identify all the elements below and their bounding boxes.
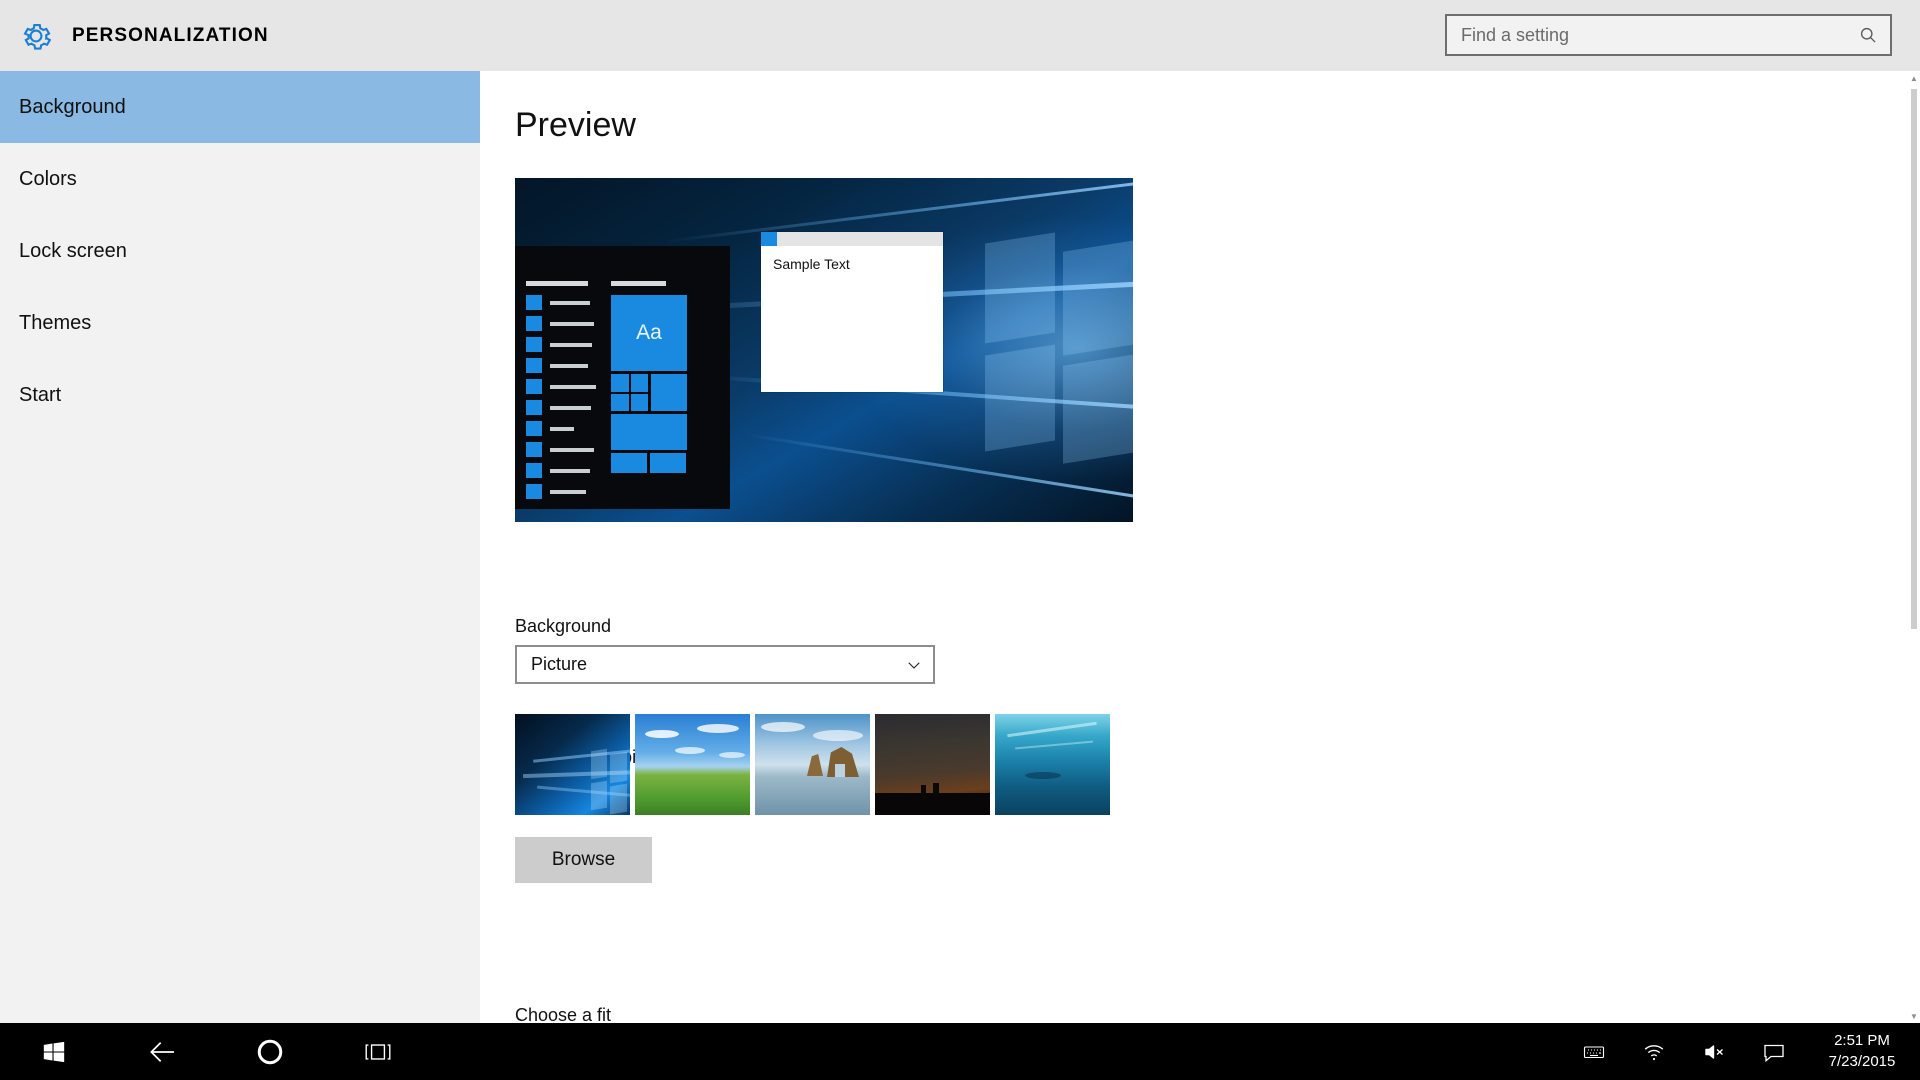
start-menu-tiles: Aa [611, 281, 711, 473]
settings-window: PERSONALIZATION Background Colors Lock s… [0, 0, 1920, 1080]
taskbar: 2:51 PM 7/23/2015 [0, 1023, 1920, 1080]
clock-date: 7/23/2015 [1828, 1052, 1896, 1070]
tile-pair [611, 453, 711, 473]
volume-muted-icon[interactable] [1684, 1023, 1744, 1080]
app-header: PERSONALIZATION [0, 0, 1920, 71]
tile-wide [651, 374, 687, 411]
tile-quad [611, 374, 648, 411]
tile-row [611, 374, 711, 411]
start-menu-app-list [526, 281, 604, 505]
app-name-bar [550, 300, 590, 305]
settings-content-pane: Preview Aa Sample Text Background Pictur… [480, 71, 1920, 1023]
action-center-icon[interactable] [1744, 1023, 1804, 1080]
app-tile-icon [526, 442, 542, 457]
sidebar-item-label: Themes [19, 311, 92, 334]
background-dropdown[interactable]: Picture [515, 645, 935, 684]
clock-time: 2:51 PM [1834, 1032, 1890, 1050]
background-dropdown-value: Picture [531, 654, 588, 674]
taskbar-clock[interactable]: 2:51 PM 7/23/2015 [1804, 1023, 1920, 1080]
app-name-bar [550, 489, 586, 494]
app-name-bar [550, 405, 591, 410]
choose-fit-label: Choose a fit [515, 1005, 612, 1023]
start-menu-preview: Aa [515, 246, 730, 509]
sample-window-bar [777, 232, 943, 246]
cortana-circle-icon[interactable] [216, 1023, 324, 1080]
gear-icon [0, 18, 72, 54]
app-tile-icon [526, 484, 542, 499]
app-tile-icon [526, 463, 542, 478]
tile-group-header [611, 281, 666, 286]
search-input[interactable] [1447, 16, 1846, 54]
wallpaper-pane [985, 232, 1055, 344]
sidebar-item-label: Lock screen [19, 239, 127, 262]
content-scrollbar[interactable]: ▲ ▼ [1908, 71, 1920, 1023]
scrollbar-thumb[interactable] [1911, 89, 1917, 629]
app-name-bar [550, 384, 596, 389]
background-label: Background [515, 616, 612, 636]
system-tray: 2:51 PM 7/23/2015 [1564, 1023, 1920, 1080]
app-name-bar [550, 468, 590, 473]
thumbnail-night-sky-camp[interactable] [875, 714, 990, 815]
windows-logo-icon[interactable] [0, 1023, 108, 1080]
wifi-icon[interactable] [1624, 1023, 1684, 1080]
browse-button[interactable]: Browse [515, 837, 652, 883]
app-tile-icon [526, 400, 542, 415]
app-tile-icon [526, 316, 542, 331]
app-tile-icon [526, 379, 542, 394]
sidebar-nav: Background Colors Lock screen Themes Sta… [0, 71, 480, 1023]
page-title: PERSONALIZATION [72, 24, 269, 46]
sample-window-titlebar [761, 232, 943, 246]
tile-aa: Aa [611, 295, 687, 371]
sample-window-preview: Sample Text [761, 232, 943, 392]
app-name-bar [550, 426, 574, 431]
search-box[interactable] [1445, 14, 1892, 56]
sidebar-item-start[interactable]: Start [0, 359, 480, 431]
picture-thumbnail-list [515, 714, 1110, 815]
sidebar-item-label: Colors [19, 167, 77, 190]
chevron-down-icon[interactable] [895, 656, 933, 674]
app-name-bar [550, 363, 588, 368]
thumbnail-beach-rock-arch[interactable] [755, 714, 870, 815]
sidebar-item-themes[interactable]: Themes [0, 287, 480, 359]
wallpaper-pane [985, 344, 1055, 452]
app-name-bar [550, 321, 594, 326]
chevron-up-icon[interactable]: ▲ [1908, 71, 1920, 85]
desktop-preview[interactable]: Aa Sample Text [515, 178, 1133, 522]
back-arrow-icon[interactable] [108, 1023, 216, 1080]
app-tile-icon [526, 337, 542, 352]
task-view-icon[interactable] [324, 1023, 432, 1080]
tile-big [611, 414, 687, 450]
app-tile-icon [526, 295, 542, 310]
thumbnail-underwater-blue[interactable] [995, 714, 1110, 815]
thumbnail-windows-10-hero[interactable] [515, 714, 630, 815]
start-menu-header-bar [526, 281, 588, 286]
thumbnail-green-hill-bliss[interactable] [635, 714, 750, 815]
sidebar-item-colors[interactable]: Colors [0, 143, 480, 215]
search-icon[interactable] [1846, 16, 1890, 54]
sample-window-text: Sample Text [773, 256, 850, 272]
sidebar-item-label: Start [19, 383, 62, 406]
sample-window-accent [761, 232, 777, 246]
tile-aa-label: Aa [636, 321, 662, 344]
sidebar-item-lock-screen[interactable]: Lock screen [0, 215, 480, 287]
app-name-bar [550, 342, 592, 347]
app-name-bar [550, 447, 594, 452]
sidebar-item-background[interactable]: Background [0, 71, 480, 143]
wallpaper-pane [1063, 240, 1133, 356]
preview-heading: Preview [515, 106, 636, 144]
app-tile-icon [526, 421, 542, 436]
chevron-down-icon[interactable]: ▼ [1908, 1009, 1920, 1023]
sidebar-item-label: Background [19, 95, 126, 118]
touch-keyboard-icon[interactable] [1564, 1023, 1624, 1080]
app-tile-icon [526, 358, 542, 373]
wallpaper-pane [1063, 354, 1133, 464]
